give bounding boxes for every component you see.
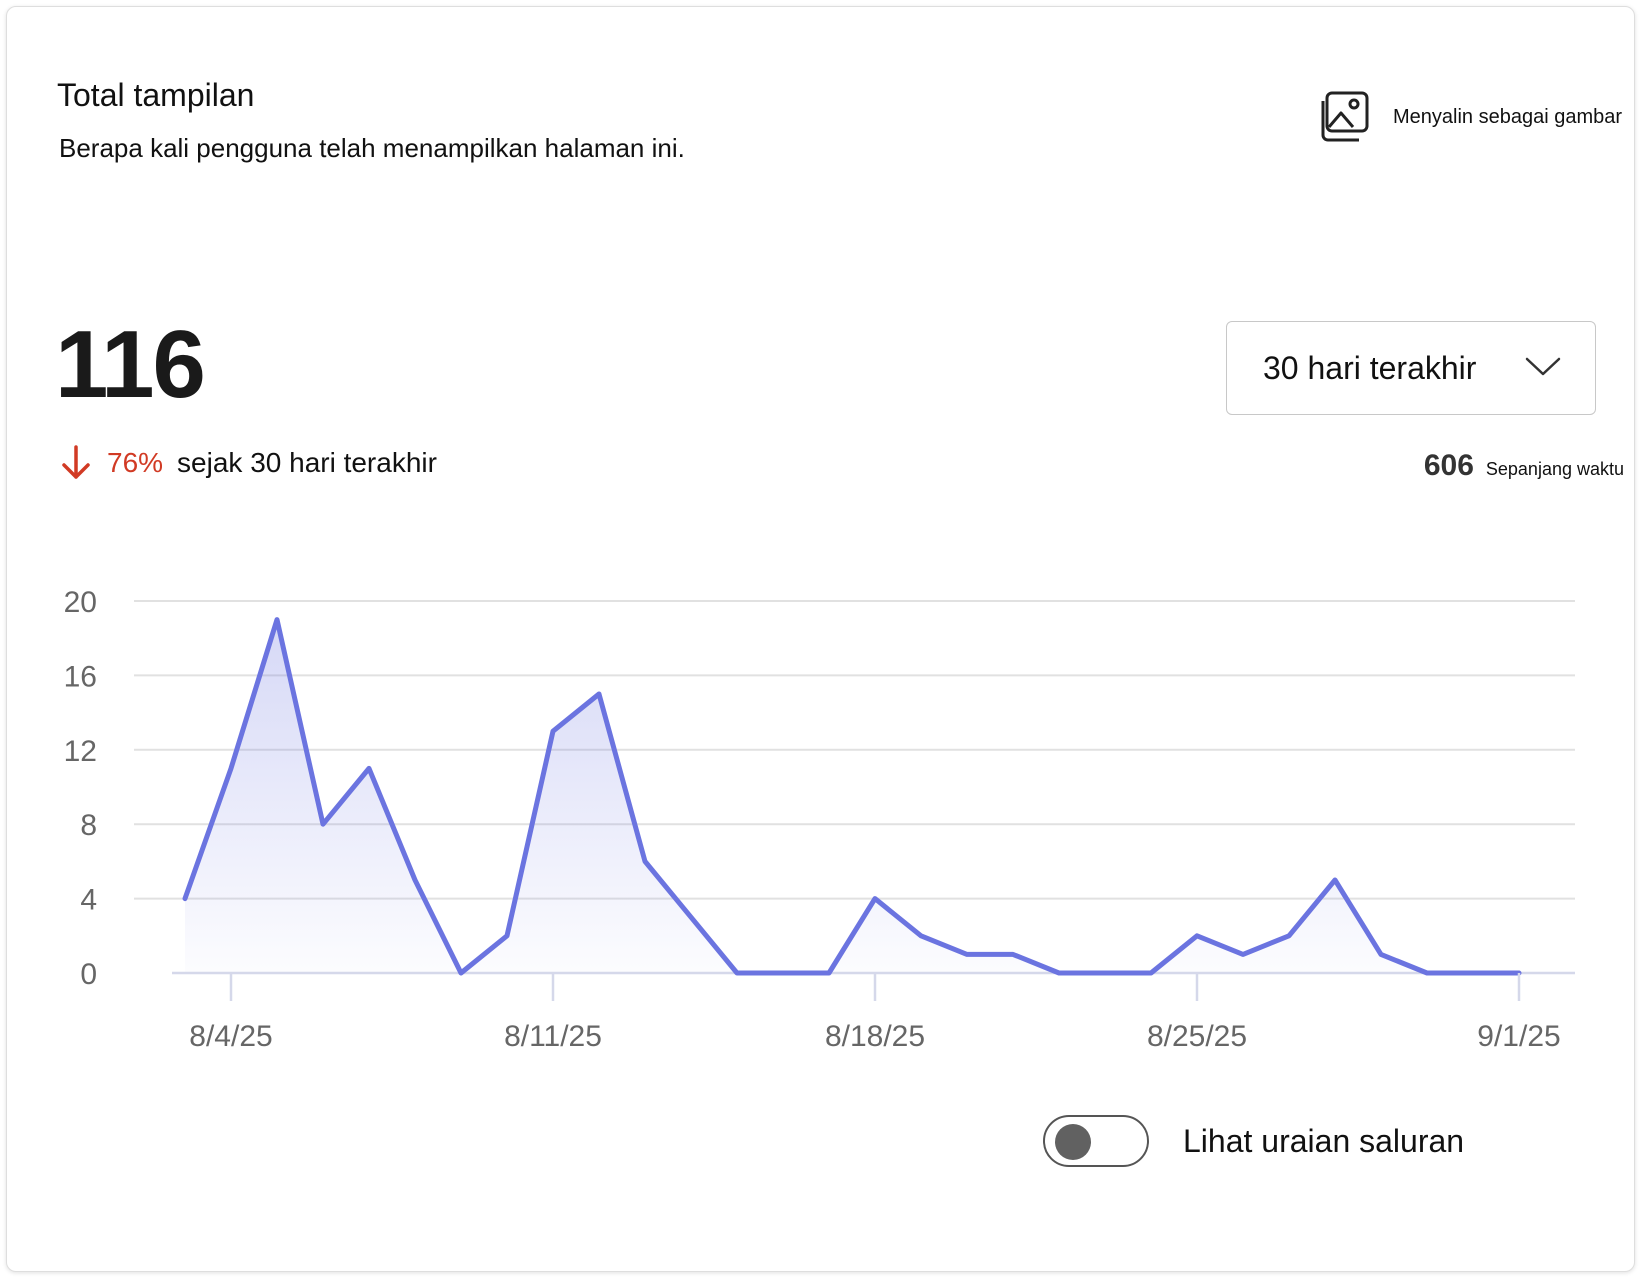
card-title: Total tampilan (57, 77, 255, 113)
arrow-down-icon (62, 445, 90, 479)
total-views-value: 116 (55, 311, 206, 418)
image-copy-icon (1321, 91, 1369, 142)
copy-as-image-label: Menyalin sebagai gambar (1393, 105, 1623, 128)
channel-breakdown-toggle-group: Lihat uraian saluran (1043, 1115, 1464, 1167)
y-tick-label: 0 (80, 958, 97, 991)
y-tick-label: 4 (80, 884, 97, 917)
time-range-dropdown[interactable]: 30 hari terakhir (1226, 321, 1596, 415)
y-tick-label: 12 (64, 735, 97, 768)
x-tick-label: 8/4/25 (189, 1020, 272, 1047)
y-tick-label: 8 (80, 809, 97, 842)
y-tick-label: 20 (64, 586, 97, 619)
time-range-selected: 30 hari terakhir (1263, 349, 1477, 386)
x-tick-label: 9/1/25 (1477, 1020, 1560, 1047)
change-percent: 76% (107, 447, 164, 478)
channel-breakdown-toggle[interactable] (1043, 1115, 1149, 1167)
card-subtitle: Berapa kali pengguna telah menampilkan h… (59, 133, 685, 163)
x-tick-label: 8/18/25 (825, 1020, 925, 1047)
copy-as-image-button[interactable]: Menyalin sebagai gambar (1319, 91, 1622, 143)
y-tick-label: 16 (64, 660, 97, 693)
all-time-value: 606 (1423, 449, 1474, 482)
views-area-chart: 0 4 8 12 16 20 8/4/25 8/11/25 8/18/25 8/25/25 9/1/… (64, 586, 1575, 1047)
change-period-text: sejak 30 hari terakhir (177, 447, 437, 478)
all-time-stat: 606 Sepanjang waktu (1424, 449, 1624, 483)
change-indicator: 76% sejak 30 hari terakhir (59, 443, 437, 483)
x-tick-label: 8/25/25 (1147, 1020, 1247, 1047)
total-views-card: Total tampilan Berapa kali pengguna tela… (6, 6, 1635, 1272)
x-tick-label: 8/11/25 (504, 1020, 602, 1047)
all-time-label: Sepanjang waktu (1485, 459, 1624, 479)
channel-breakdown-label: Lihat uraian saluran (1183, 1122, 1465, 1159)
toggle-knob (1055, 1124, 1091, 1160)
chevron-down-icon (1525, 357, 1561, 376)
series-area (185, 619, 1519, 973)
